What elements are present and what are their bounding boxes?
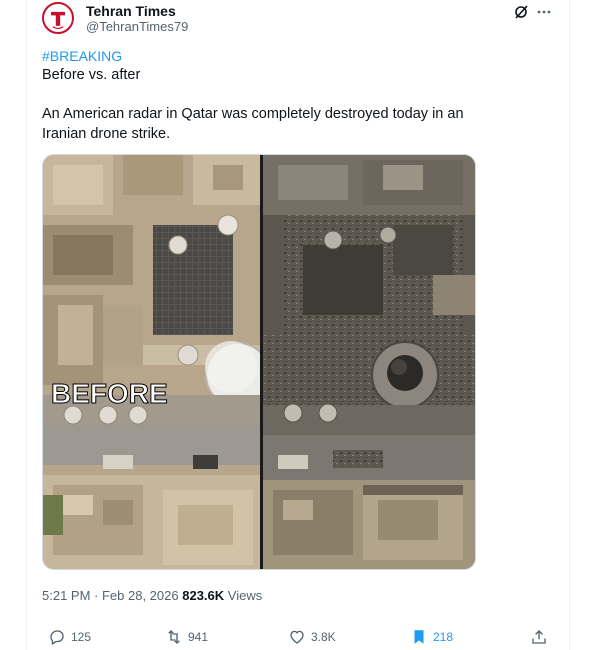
share-icon: [532, 630, 546, 644]
after-image: [263, 155, 475, 569]
author-handle[interactable]: @TehranTimes79: [86, 19, 188, 34]
post-text-line: Before vs. after: [42, 67, 141, 83]
post-date[interactable]: Feb 28, 2026: [102, 588, 179, 603]
post-text-line: Iranian drone strike.: [42, 126, 171, 142]
share-button[interactable]: [530, 626, 548, 648]
hashtag-link[interactable]: #BREAKING: [42, 48, 122, 64]
grok-icon[interactable]: [513, 4, 529, 20]
avatar[interactable]: [42, 2, 74, 34]
repost-icon: [168, 630, 180, 644]
like-count: 3.8K: [311, 630, 336, 644]
reply-icon: [50, 630, 64, 645]
views-label: Views: [227, 588, 263, 603]
before-label: BEFORE: [51, 378, 168, 409]
before-image: [43, 155, 271, 569]
reply-count: 125: [71, 630, 92, 644]
post-text-line: An American radar in Qatar was completel…: [42, 106, 464, 122]
repost-count: 941: [188, 630, 209, 644]
bookmark-button[interactable]: 218: [410, 626, 453, 648]
tehran-times-logo: [45, 5, 71, 31]
action-bar: 125 941 3.8K 218: [0, 626, 590, 650]
like-icon: [290, 630, 304, 644]
post-media-image[interactable]: BEFORE: [42, 154, 476, 570]
bookmark-icon: [414, 630, 424, 644]
more-icon[interactable]: [536, 4, 552, 20]
meta-separator: ·: [90, 588, 102, 603]
post-meta: 5:21 PM · Feb 28, 2026 823.6K Views: [42, 588, 262, 603]
author-name[interactable]: Tehran Times: [86, 3, 176, 19]
repost-button[interactable]: 941: [165, 626, 208, 648]
bookmark-count: 218: [433, 630, 454, 644]
views-count: 823.6K: [182, 588, 225, 603]
post-time[interactable]: 5:21 PM: [42, 588, 90, 603]
reply-button[interactable]: 125: [48, 626, 91, 648]
like-button[interactable]: 3.8K: [288, 626, 336, 648]
